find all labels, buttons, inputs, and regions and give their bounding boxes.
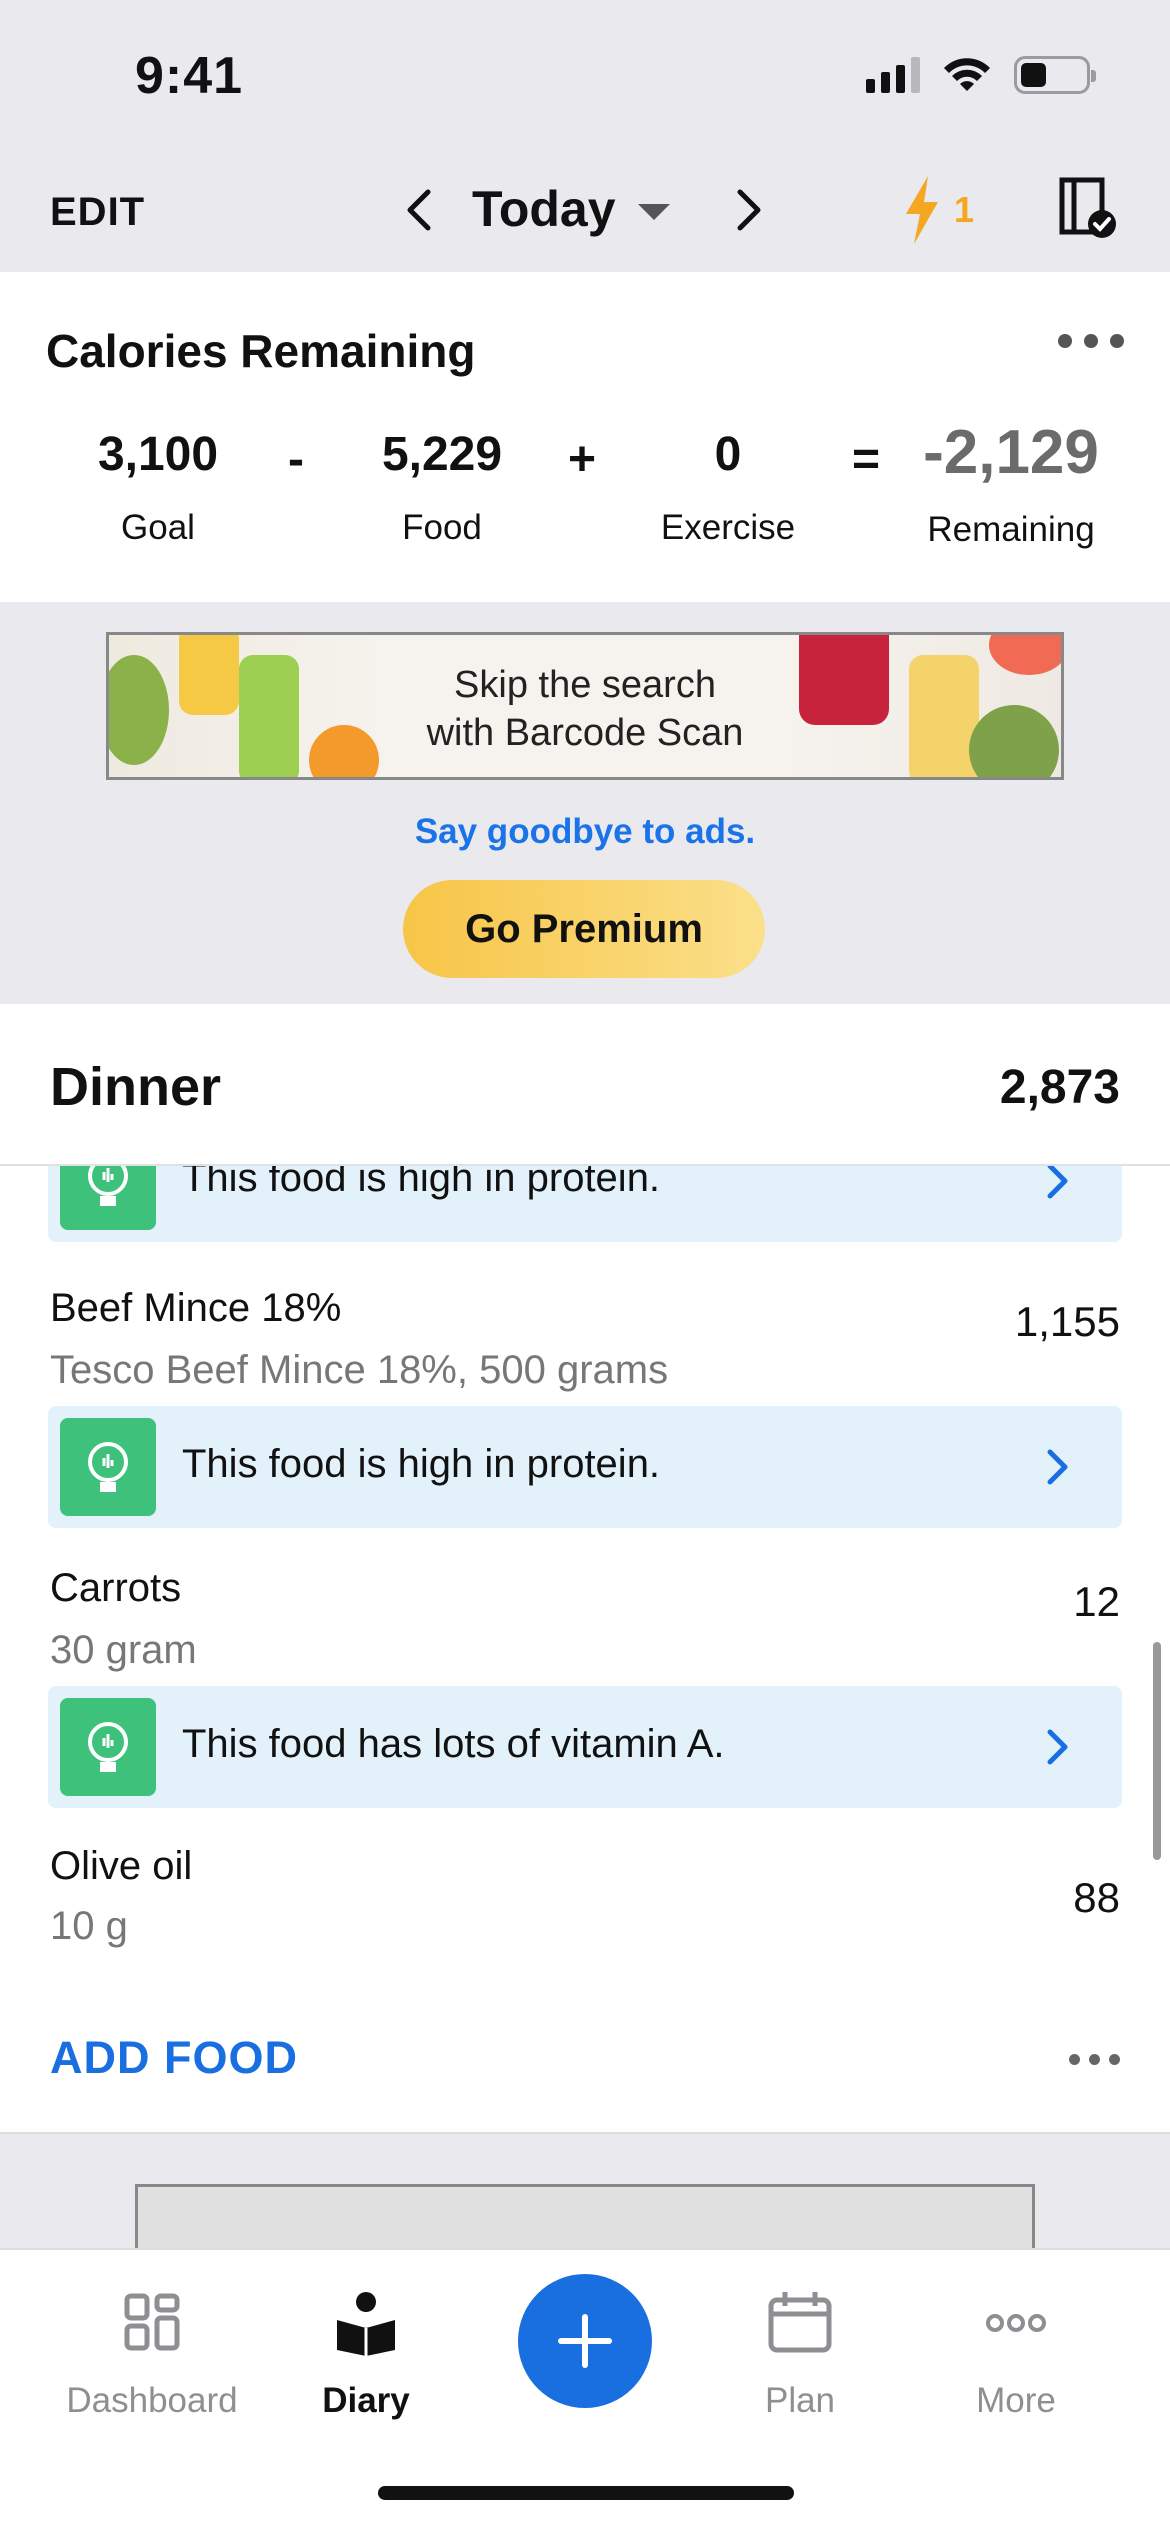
food-insight-text: This food is high in protein. (182, 1166, 661, 1200)
chevron-right-icon (737, 189, 761, 231)
lightning-bolt-icon (906, 176, 938, 244)
dinner-section-header: Dinner 2,873 (0, 1004, 1170, 1166)
date-label: Today (472, 181, 616, 237)
scrollbar[interactable] (1153, 1642, 1161, 1860)
log-complete-button[interactable] (1058, 176, 1118, 240)
edit-button[interactable]: EDIT (50, 190, 145, 235)
food-name: Olive oil (50, 1844, 193, 1888)
dinner-title: Dinner (50, 1057, 222, 1117)
wifi-icon (944, 58, 990, 91)
tab-label: Diary (322, 2381, 410, 2420)
home-indicator[interactable] (378, 2486, 794, 2500)
battery-icon (1014, 56, 1096, 94)
barcode-scan-ad-banner[interactable]: Skip the search with Barcode Scan (106, 632, 1064, 780)
food-calories: 12 (1073, 1578, 1120, 1625)
dinner-more-button[interactable] (1069, 2054, 1120, 2065)
status-icons (866, 55, 1096, 95)
tab-plan[interactable]: Plan (740, 2288, 860, 2421)
tab-dashboard[interactable]: Dashboard (52, 2288, 252, 2421)
notebook-check-icon (1059, 177, 1116, 238)
cellular-signal-icon (866, 57, 920, 93)
food-insight-text: This food has lots of vitamin A. (182, 1722, 725, 1766)
status-bar: 9:41 (0, 0, 1170, 150)
caret-down-icon (637, 204, 670, 220)
exercise-column: 0 Exercise (648, 427, 808, 548)
previous-day-button[interactable] (390, 180, 450, 240)
add-entry-button[interactable] (518, 2274, 652, 2408)
food-calories: 88 (1073, 1874, 1120, 1921)
top-nav: EDIT Today 1 (0, 150, 1170, 272)
food-name: Carrots (50, 1566, 182, 1610)
food-insight-banner[interactable]: This food is high in protein. (48, 1166, 1122, 1242)
calendar-icon (768, 2292, 832, 2353)
bottom-ad-area (0, 2132, 1170, 2264)
ad-area: Skip the search with Barcode Scan Say go… (0, 602, 1170, 1004)
tab-label: Dashboard (66, 2381, 238, 2420)
chevron-left-icon (407, 189, 431, 231)
calories-remaining-card[interactable]: Calories Remaining 3,100 Goal - 5,229 Fo… (0, 272, 1170, 602)
more-dots-icon (986, 2314, 1046, 2332)
dinner-total-calories: 2,873 (999, 1061, 1120, 1114)
minus-operator: - (288, 433, 304, 486)
food-detail: Tesco Beef Mince 18%, 500 grams (50, 1348, 669, 1392)
plus-operator: + (568, 433, 597, 486)
food-value: 5,229 (381, 428, 503, 481)
remaining-value: -2,129 (923, 418, 1099, 487)
goal-value: 3,100 (97, 428, 219, 481)
go-premium-button[interactable]: Go Premium (403, 880, 765, 978)
food-calories: 1,155 (1014, 1298, 1120, 1345)
plus-icon (558, 2314, 612, 2368)
lightbulb-insight-icon (60, 1418, 156, 1516)
food-label: Food (402, 508, 482, 547)
lightbulb-insight-icon (60, 1698, 156, 1796)
streak-button[interactable]: 1 (900, 174, 974, 246)
streak-count: 1 (954, 189, 975, 230)
dinner-food-list: This food is high in protein. Beef Mince… (0, 1166, 1170, 2132)
chevron-right-icon (1047, 1166, 1068, 1199)
next-day-button[interactable] (718, 180, 778, 240)
chevron-right-icon (1047, 1729, 1068, 1765)
lightbulb-insight-icon (60, 1166, 156, 1230)
dashboard-grid-icon (124, 2293, 180, 2351)
calories-title: Calories Remaining (46, 325, 476, 377)
status-time: 9:41 (135, 47, 244, 105)
tab-label: Plan (764, 2381, 836, 2420)
exercise-label: Exercise (660, 508, 796, 547)
calories-more-button[interactable] (1058, 334, 1124, 348)
tab-diary[interactable]: Diary (300, 2288, 432, 2421)
goal-column: 3,100 Goal (88, 427, 228, 548)
food-name: Beef Mince 18% (50, 1286, 342, 1330)
food-detail: 30 gram (50, 1628, 197, 1672)
food-insight-banner[interactable]: This food is high in protein. (48, 1406, 1122, 1528)
exercise-value: 0 (714, 428, 742, 481)
food-column: 5,229 Food (370, 427, 514, 548)
remove-ads-link[interactable]: Say goodbye to ads. (0, 812, 1170, 852)
remaining-column: -2,129 Remaining (910, 418, 1112, 550)
tab-more[interactable]: More (956, 2288, 1076, 2421)
food-detail: 10 g (50, 1904, 128, 1948)
tab-label: More (976, 2381, 1056, 2420)
ad-banner-text: Skip the search with Barcode Scan (426, 664, 744, 754)
date-selector[interactable]: Today (472, 180, 670, 238)
remaining-label: Remaining (927, 510, 1095, 549)
food-insight-banner[interactable]: This food has lots of vitamin A. (48, 1686, 1122, 1808)
chevron-right-icon (1047, 1449, 1068, 1485)
equals-operator: = (852, 433, 881, 486)
diary-book-icon (337, 2292, 395, 2356)
goal-label: Goal (121, 508, 195, 547)
add-food-button[interactable]: ADD FOOD (50, 2032, 298, 2084)
food-insight-text: This food is high in protein. (182, 1442, 661, 1486)
